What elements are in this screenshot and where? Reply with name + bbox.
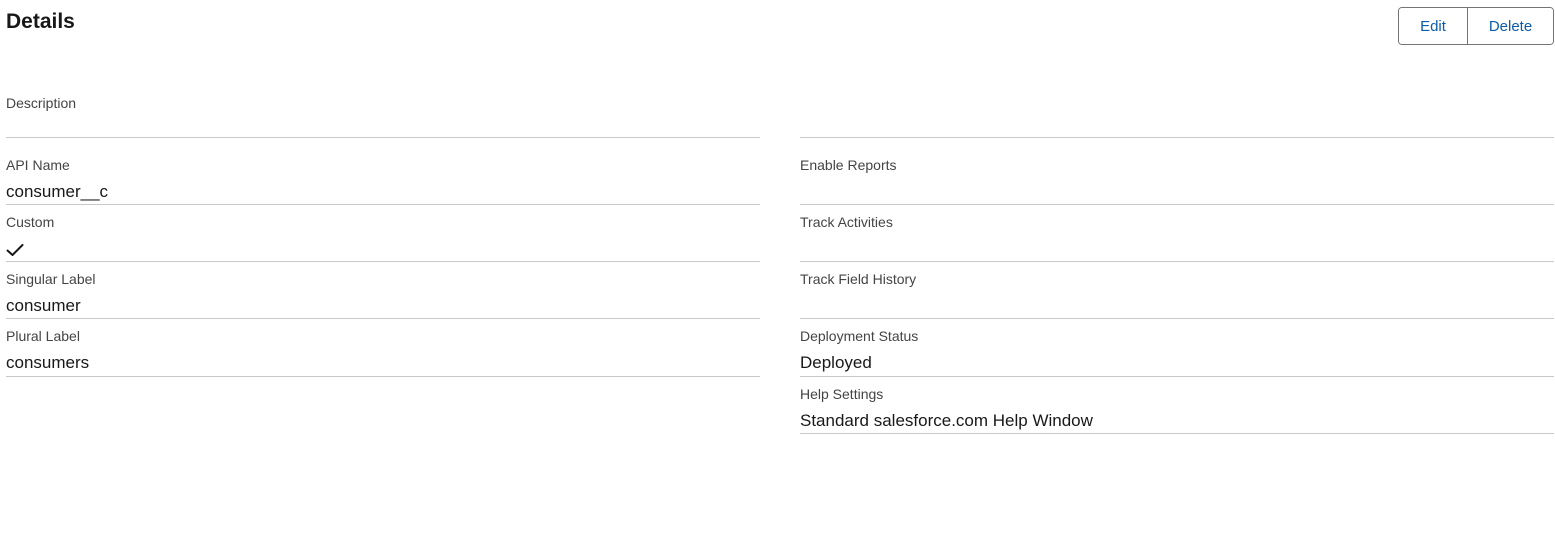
field-label: Track Activities <box>800 214 893 230</box>
field-label: Track Field History <box>800 271 917 287</box>
field-singular-label: Singular Label consumer <box>6 270 760 319</box>
field-help-settings: Help Settings Standard salesforce.com He… <box>800 385 1554 434</box>
edit-button[interactable]: Edit <box>1399 8 1467 44</box>
field-custom: Custom <box>6 213 760 262</box>
field-track-field-history: Track Field History <box>800 270 1554 319</box>
field-label: Plural Label <box>6 328 80 344</box>
field-label: Help Settings <box>800 386 884 402</box>
field-enable-reports: Enable Reports <box>800 156 1554 205</box>
field-label: Singular Label <box>6 271 96 287</box>
checkmark-icon <box>6 244 24 256</box>
field-description: Description <box>6 94 760 138</box>
field-label: Description <box>6 95 77 111</box>
page-title: Details <box>6 10 75 33</box>
field-value: consumer__c <box>6 182 109 201</box>
field-value: consumer <box>6 296 81 315</box>
field-description-spacer <box>800 94 1554 138</box>
field-label: API Name <box>6 157 70 173</box>
field-api-name: API Name consumer__c <box>6 156 760 205</box>
details-page: Details Edit Delete Description API Name… <box>0 0 1555 556</box>
field-value: Deployed <box>800 353 872 372</box>
field-track-activities: Track Activities <box>800 213 1554 262</box>
field-label: Custom <box>6 214 55 230</box>
field-deployment-status: Deployment Status Deployed <box>800 327 1554 377</box>
delete-button[interactable]: Delete <box>1467 8 1553 44</box>
field-label: Deployment Status <box>800 328 919 344</box>
field-value: Standard salesforce.com Help Window <box>800 411 1093 430</box>
field-label: Enable Reports <box>800 157 897 173</box>
field-value: consumers <box>6 353 90 372</box>
action-button-group: Edit Delete <box>1398 7 1554 45</box>
field-plural-label: Plural Label consumers <box>6 327 760 377</box>
